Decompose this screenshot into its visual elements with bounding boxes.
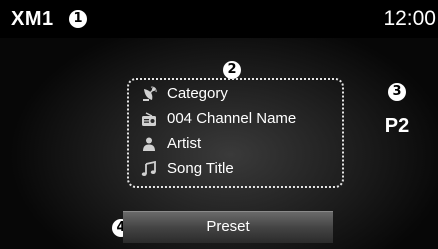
callout-marker-1: 1: [69, 10, 87, 28]
category-label: Category: [167, 85, 228, 102]
current-preset-label: P2: [384, 115, 410, 137]
satellite-dish-icon: [141, 86, 157, 102]
radio-screen: XM1 12:00 1 2 3 4 Category 004 Channel N…: [0, 0, 438, 249]
clock: 12:00: [383, 7, 436, 30]
callout-marker-2: 2: [223, 61, 241, 79]
status-bar: XM1 12:00: [0, 0, 438, 38]
person-icon: [141, 136, 157, 152]
broadcast-info-panel: Category 004 Channel Name Artist Song Ti…: [127, 78, 344, 188]
preset-button[interactable]: Preset: [123, 211, 333, 243]
artist-label: Artist: [167, 135, 202, 152]
channel-name-label: 004 Channel Name: [167, 110, 297, 127]
radio-icon: [141, 111, 157, 127]
song-title-label: Song Title: [167, 160, 234, 177]
source-label: XM1: [11, 8, 54, 30]
music-note-icon: [141, 160, 157, 177]
callout-marker-3: 3: [388, 83, 406, 101]
